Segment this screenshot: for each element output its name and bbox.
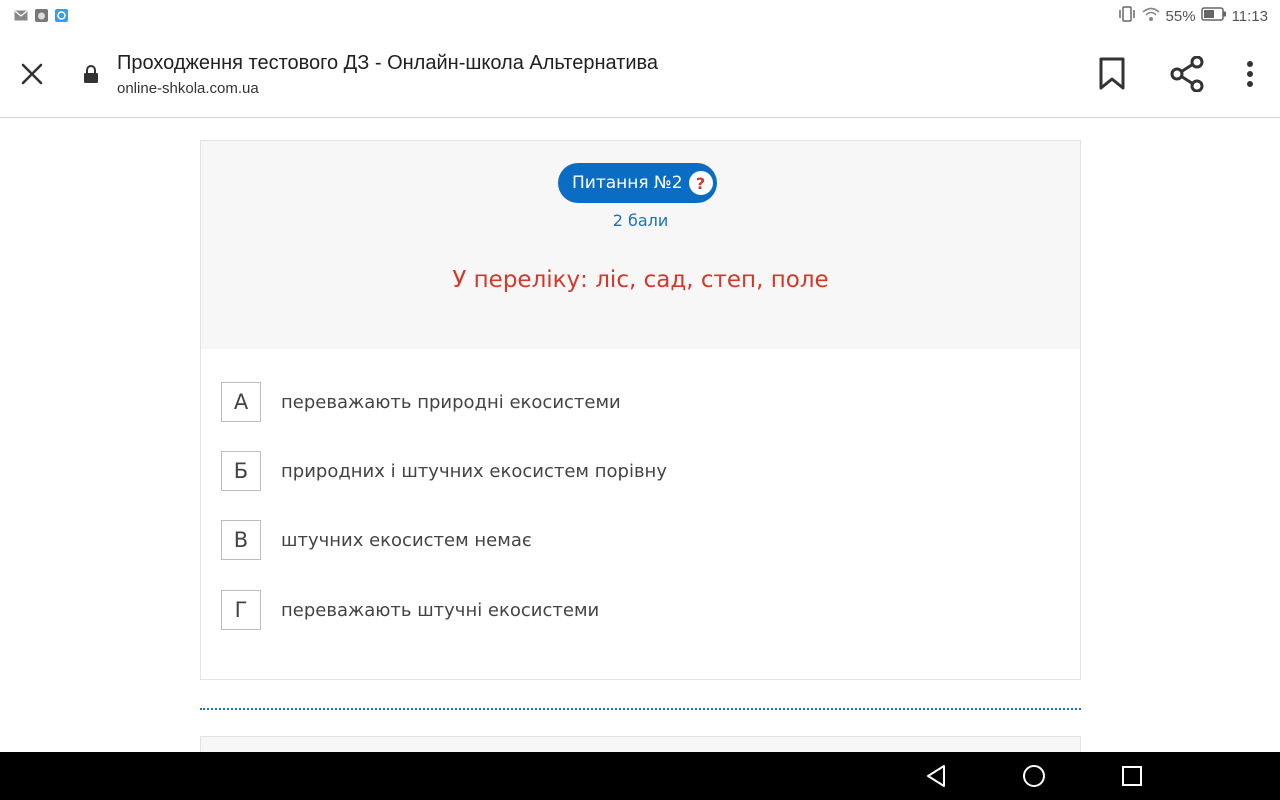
web-content: Питання №2 ? 2 бали У переліку: ліс, сад… xyxy=(0,118,1280,752)
notification-icons xyxy=(14,8,68,22)
next-question-card xyxy=(200,736,1081,752)
clock: 11:13 xyxy=(1231,7,1268,25)
answer-option-b[interactable]: Б природних і штучних екосистем порівну xyxy=(221,451,667,491)
browser-toolbar: Проходження тестового ДЗ - Онлайн-школа … xyxy=(0,32,1280,118)
more-vert-icon[interactable] xyxy=(1230,54,1270,94)
help-button[interactable]: ? xyxy=(688,171,713,195)
wifi-icon xyxy=(1141,6,1161,26)
status-bar: 55% 11:13 xyxy=(0,0,1280,32)
share-icon[interactable] xyxy=(1167,54,1207,94)
cat-app-icon xyxy=(34,8,48,22)
answer-option-v[interactable]: В штучних екосистем немає xyxy=(221,520,532,560)
answer-text: штучних екосистем немає xyxy=(281,529,532,551)
home-circle-icon[interactable] xyxy=(1021,763,1047,789)
question-text: У переліку: ліс, сад, степ, поле xyxy=(452,267,829,293)
question-points: 2 бали xyxy=(612,211,669,230)
close-icon[interactable] xyxy=(18,60,46,88)
answer-text: природних і штучних екосистем порівну xyxy=(281,460,667,482)
battery-icon xyxy=(1200,7,1227,25)
answer-letter-box[interactable]: Г xyxy=(221,590,261,630)
page-title: Проходження тестового ДЗ - Онлайн-школа … xyxy=(117,52,659,74)
bookmark-icon[interactable] xyxy=(1092,54,1132,94)
answer-text: переважають природні екосистеми xyxy=(281,391,621,413)
answer-option-a[interactable]: А переважають природні екосистеми xyxy=(221,382,621,422)
page-url[interactable]: online-shkola.com.ua xyxy=(117,80,259,97)
vibrate-icon xyxy=(1118,6,1136,26)
section-divider xyxy=(200,708,1081,710)
question-card: Питання №2 ? 2 бали У переліку: ліс, сад… xyxy=(200,140,1081,680)
answer-letter-box[interactable]: А xyxy=(221,382,261,422)
mail-icon xyxy=(14,8,28,22)
navigation-bar xyxy=(0,752,1280,800)
blue-app-icon xyxy=(54,8,68,22)
system-indicators: 55% 11:13 xyxy=(1118,6,1268,26)
lock-icon xyxy=(83,64,99,84)
question-number-label: Питання №2 xyxy=(572,173,683,193)
answer-letter-box[interactable]: Б xyxy=(221,451,261,491)
answer-option-h[interactable]: Г переважають штучні екосистеми xyxy=(221,590,599,630)
answer-letter-box[interactable]: В xyxy=(221,520,261,560)
question-header: Питання №2 ? 2 бали У переліку: ліс, сад… xyxy=(201,141,1080,349)
answer-text: переважають штучні екосистеми xyxy=(281,599,600,621)
question-number-badge: Питання №2 ? xyxy=(558,163,717,203)
recents-square-icon[interactable] xyxy=(1119,763,1145,789)
back-triangle-icon[interactable] xyxy=(923,763,949,789)
battery-percent: 55% xyxy=(1165,7,1196,25)
